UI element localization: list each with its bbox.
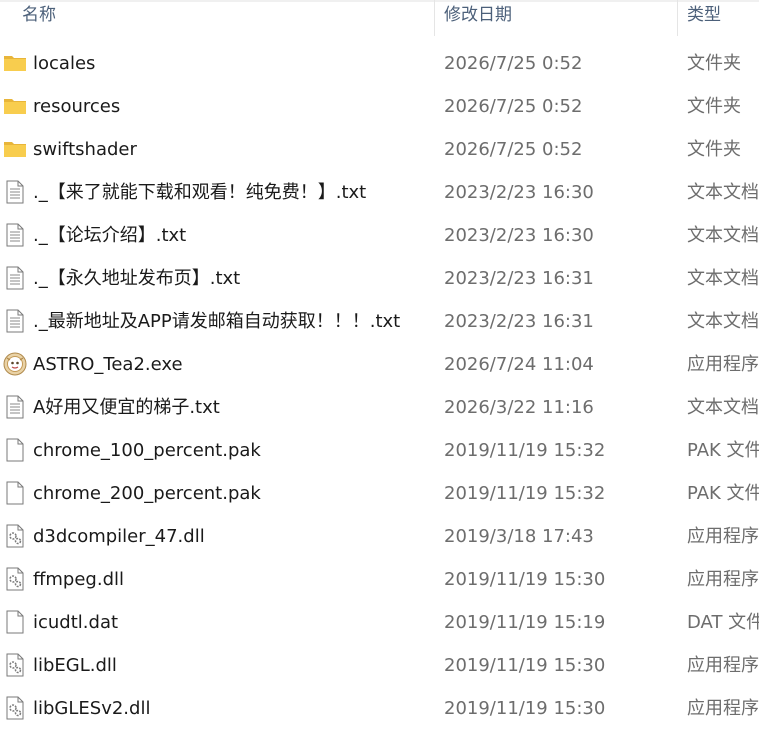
file-row[interactable]: libGLESv2.dll 2019/11/19 15:30 应用程序 <box>0 687 759 730</box>
file-row[interactable]: chrome_100_percent.pak 2019/11/19 15:32 PA… <box>0 429 759 472</box>
file-row[interactable]: ._【来了就能下载和观看！纯免费！】.txt 2023/2/23 16:30 文本文… <box>0 171 759 214</box>
file-type: DAT 文件 <box>687 611 759 633</box>
file-modified-date: 2026/3/22 11:16 <box>444 396 594 418</box>
file-modified-date: 2019/11/19 15:32 <box>444 439 606 461</box>
file-type: 文本文档 <box>687 181 759 203</box>
column-header-type[interactable]: 类型 <box>687 0 721 36</box>
folder-icon <box>3 51 27 75</box>
file-type: 文件夹 <box>687 52 741 74</box>
file-row[interactable]: locales 2026/7/25 0:52 文件夹 <box>0 42 759 85</box>
column-divider[interactable] <box>677 0 678 36</box>
file-row[interactable]: resources 2026/7/25 0:52 文件夹 <box>0 85 759 128</box>
file-name: swiftshader <box>33 138 137 160</box>
blank-file-icon <box>3 438 27 462</box>
file-row[interactable]: ._【论坛介绍】.txt 2023/2/23 16:30 文本文档 <box>0 214 759 257</box>
file-name: libGLESv2.dll <box>33 697 151 719</box>
file-modified-date: 2023/2/23 16:30 <box>444 224 594 246</box>
file-name: ._【论坛介绍】.txt <box>33 224 187 246</box>
text-file-icon <box>3 223 27 247</box>
file-row[interactable]: d3dcompiler_47.dll 2019/3/18 17:43 应用程序 <box>0 515 759 558</box>
folder-icon <box>3 137 27 161</box>
text-file-icon <box>3 266 27 290</box>
file-type: 文本文档 <box>687 396 759 418</box>
dll-file-icon <box>3 567 27 591</box>
file-modified-date: 2019/11/19 15:32 <box>444 482 606 504</box>
file-row[interactable]: chrome_200_percent.pak 2019/11/19 15:32 PA… <box>0 472 759 515</box>
file-row[interactable]: ._【永久地址发布页】.txt 2023/2/23 16:31 文本文档 <box>0 257 759 300</box>
file-name: chrome_200_percent.pak <box>33 482 261 504</box>
file-modified-date: 2026/7/24 11:04 <box>444 353 594 375</box>
text-file-icon <box>3 309 27 333</box>
file-explorer-list: 名称 修改日期 类型 locales 2026/7/25 0:52 文件夹 resou… <box>0 0 759 741</box>
file-type: 文本文档 <box>687 224 759 246</box>
dll-file-icon <box>3 653 27 677</box>
file-modified-date: 2019/11/19 15:30 <box>444 654 606 676</box>
file-modified-date: 2023/2/23 16:31 <box>444 267 594 289</box>
file-name: ffmpeg.dll <box>33 568 125 590</box>
file-row[interactable]: A好用又便宜的梯子.txt 2026/3/22 11:16 文本文档 <box>0 386 759 429</box>
file-name: chrome_100_percent.pak <box>33 439 261 461</box>
blank-file-icon <box>3 610 27 634</box>
file-modified-date: 2026/7/25 0:52 <box>444 52 583 74</box>
file-type: PAK 文件 <box>687 482 759 504</box>
file-name: A好用又便宜的梯子.txt <box>33 396 220 418</box>
file-modified-date: 2019/11/19 15:30 <box>444 697 606 719</box>
file-type: 应用程序 <box>687 697 759 719</box>
blank-file-icon <box>3 481 27 505</box>
file-type: 应用程序 <box>687 568 759 590</box>
text-file-icon <box>3 395 27 419</box>
file-type: 文本文档 <box>687 310 759 332</box>
file-name: resources <box>33 95 121 117</box>
file-name: d3dcompiler_47.dll <box>33 525 205 547</box>
file-name: ._最新地址及APP请发邮箱自动获取！！！.txt <box>33 310 401 332</box>
file-row[interactable]: libEGL.dll 2019/11/19 15:30 应用程序 <box>0 644 759 687</box>
file-modified-date: 2023/2/23 16:31 <box>444 310 594 332</box>
file-type: 应用程序 <box>687 654 759 676</box>
column-header-date[interactable]: 修改日期 <box>444 0 512 36</box>
column-divider[interactable] <box>434 0 435 36</box>
column-header-bar: 名称 修改日期 类型 <box>0 0 759 36</box>
file-name: ._【永久地址发布页】.txt <box>33 267 241 289</box>
file-type: PAK 文件 <box>687 439 759 461</box>
file-row[interactable]: ._最新地址及APP请发邮箱自动获取！！！.txt 2023/2/23 16:31… <box>0 300 759 343</box>
file-modified-date: 2023/2/23 16:30 <box>444 181 594 203</box>
file-modified-date: 2019/11/19 15:19 <box>444 611 606 633</box>
file-type: 应用程序 <box>687 525 759 547</box>
file-row[interactable]: swiftshader 2026/7/25 0:52 文件夹 <box>0 128 759 171</box>
file-type: 文本文档 <box>687 267 759 289</box>
text-file-icon <box>3 180 27 204</box>
file-modified-date: 2019/11/19 15:30 <box>444 568 606 590</box>
file-name: ASTRO_Tea2.exe <box>33 353 183 375</box>
file-type: 文件夹 <box>687 138 741 160</box>
file-row[interactable]: icudtl.dat 2019/11/19 15:19 DAT 文件 <box>0 601 759 644</box>
file-modified-date: 2026/7/25 0:52 <box>444 95 583 117</box>
dll-file-icon <box>3 696 27 720</box>
file-name: locales <box>33 52 96 74</box>
app-exe-icon <box>3 352 27 376</box>
file-type: 应用程序 <box>687 353 759 375</box>
folder-icon <box>3 94 27 118</box>
file-name: libEGL.dll <box>33 654 117 676</box>
file-type: 文件夹 <box>687 95 741 117</box>
file-row[interactable]: ffmpeg.dll 2019/11/19 15:30 应用程序 <box>0 558 759 601</box>
column-header-name[interactable]: 名称 <box>22 0 56 36</box>
file-modified-date: 2019/3/18 17:43 <box>444 525 594 547</box>
dll-file-icon <box>3 524 27 548</box>
file-name: ._【来了就能下载和观看！纯免费！】.txt <box>33 181 367 203</box>
file-name: icudtl.dat <box>33 611 119 633</box>
file-row[interactable]: ASTRO_Tea2.exe 2026/7/24 11:04 应用程序 <box>0 343 759 386</box>
file-modified-date: 2026/7/25 0:52 <box>444 138 583 160</box>
